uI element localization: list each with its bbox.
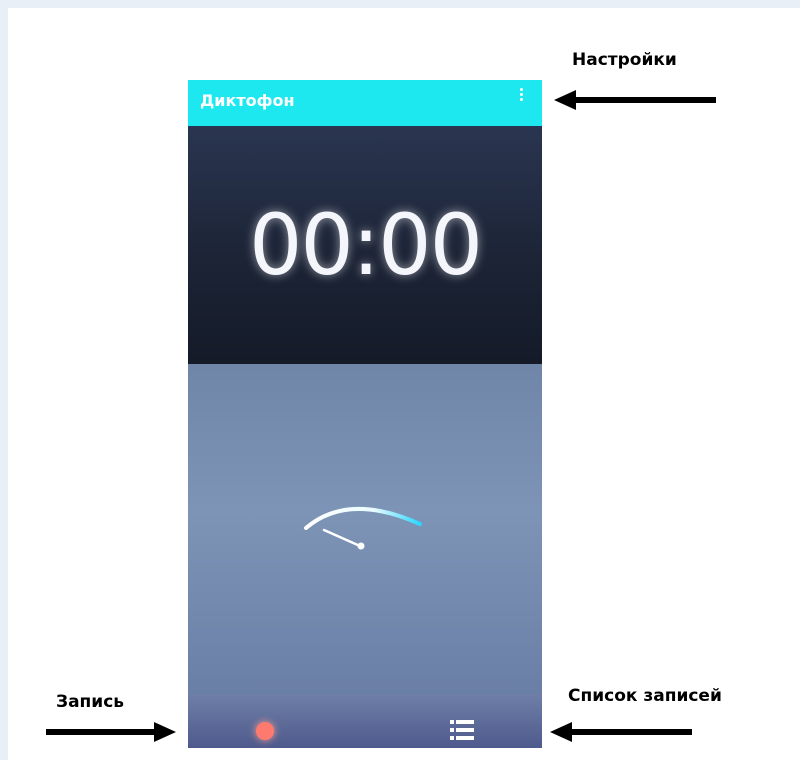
app-bar: Диктофон	[188, 80, 542, 126]
phone-screen: Диктофон 00:00	[188, 80, 542, 748]
annotation-settings: Настройки	[572, 50, 677, 70]
timer-display: 00:00	[248, 196, 483, 294]
annotation-record: Запись	[56, 692, 125, 712]
arrow-record	[46, 722, 176, 742]
arrow-settings	[554, 90, 716, 110]
app-title: Диктофон	[200, 91, 295, 110]
level-meter-panel	[188, 364, 542, 694]
bottom-bar	[188, 694, 542, 748]
list-icon[interactable]	[450, 718, 474, 742]
arrow-recordings-list	[550, 722, 692, 742]
timer-panel: 00:00	[188, 126, 542, 364]
annotation-recordings-list: Список записей	[568, 686, 722, 706]
record-dot-icon	[256, 722, 274, 740]
record-button[interactable]	[254, 720, 276, 742]
more-vert-icon[interactable]	[513, 86, 529, 108]
level-gauge-icon	[304, 507, 422, 550]
